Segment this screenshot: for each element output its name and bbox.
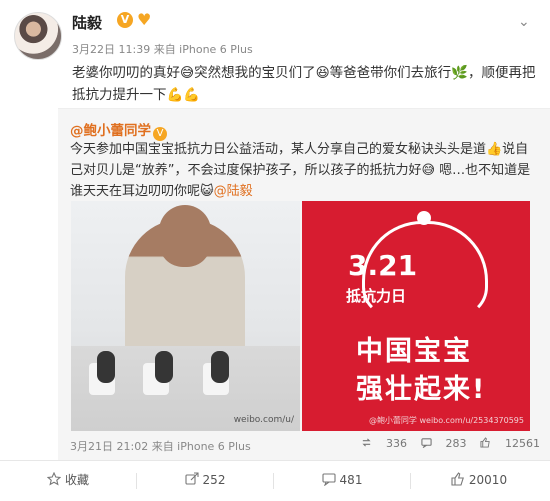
- mention-link[interactable]: @陆毅: [214, 184, 253, 199]
- like-button[interactable]: 20010: [411, 461, 547, 501]
- poster-day-name: 抵抗力日: [346, 287, 407, 305]
- like-count[interactable]: 12561: [480, 437, 540, 450]
- logo-dot: [417, 211, 431, 225]
- post-header: 陆毅 V ♥ 3月22日 11:39 来自 iPhone 6 Plus ⌄: [0, 0, 550, 70]
- post-text: 老婆你叨叨的真好😅突然想我的宝贝们了😆等爸爸带你们去旅行🌿，顺便再把抵抗力提升一…: [72, 65, 536, 103]
- video-image[interactable]: weibo.com/u/: [71, 201, 300, 431]
- collect-label: 收藏: [64, 473, 89, 487]
- thumb-up-icon: [451, 472, 464, 486]
- comment-count-value: 283: [445, 437, 467, 450]
- repost-text: 今天参加中国宝宝抵抗力日公益活动，某人分享自己的爱女秘诀头头是道👍说自己对贝儿是…: [70, 139, 540, 202]
- verified-icon: V: [117, 12, 133, 28]
- action-toolbar: 收藏 252 481 20010: [0, 460, 550, 501]
- image-watermark: weibo.com/u/: [233, 415, 294, 425]
- heart-icon: ♥: [137, 10, 152, 29]
- repost-body: 今天参加中国宝宝抵抗力日公益活动，某人分享自己的爱女秘诀头头是道👍说自己对贝儿是…: [70, 142, 531, 199]
- author-name[interactable]: 陆毅: [72, 12, 102, 33]
- like-count-value: 12561: [505, 437, 540, 450]
- collect-button[interactable]: 收藏: [0, 461, 136, 501]
- seated-person: [211, 351, 229, 383]
- comment-count[interactable]: 283: [420, 437, 467, 450]
- repost-icon: [362, 438, 371, 447]
- comment-icon: [321, 473, 336, 486]
- poster-line1: 中国宝宝: [356, 336, 472, 367]
- comment-icon: [420, 438, 432, 448]
- thumb-up-icon: [480, 437, 490, 448]
- comment-label: 481: [339, 473, 363, 487]
- repost-author-name[interactable]: @鲍小蕾同学: [70, 123, 151, 139]
- author-avatar[interactable]: [14, 12, 62, 60]
- repost-stats: 336 283 12561: [351, 437, 540, 450]
- seated-person: [155, 351, 173, 383]
- repost-count[interactable]: 336: [361, 437, 407, 450]
- repost-button[interactable]: 252: [137, 461, 273, 501]
- repost-author[interactable]: @鲍小蕾同学 V: [70, 119, 167, 141]
- poster-watermark: @鲍小蕾同学 weibo.com/u/2534370595: [368, 416, 524, 425]
- like-label: 20010: [468, 473, 508, 487]
- repost-card: @鲍小蕾同学 V 今天参加中国宝宝抵抗力日公益活动，某人分享自己的爱女秘诀头头是道…: [58, 108, 550, 461]
- speaker-head: [159, 205, 211, 267]
- repost-count-value: 336: [386, 437, 407, 450]
- repost-meta: 3月21日 21:02 来自 iPhone 6 Plus: [70, 440, 251, 453]
- poster-line2: 强壮起来!: [356, 374, 487, 405]
- comment-button[interactable]: 481: [274, 461, 410, 501]
- chevron-down-icon[interactable]: ⌄: [518, 14, 530, 30]
- repost-label: 252: [202, 473, 226, 487]
- poster-image[interactable]: 3.21 抵抗力日 中国宝宝 强壮起来! @鲍小蕾同学 weibo.com/u/…: [302, 201, 530, 431]
- seated-person: [97, 351, 115, 383]
- post-meta: 3月22日 11:39 来自 iPhone 6 Plus: [72, 43, 253, 56]
- share-icon: [184, 472, 199, 485]
- star-icon: [46, 472, 61, 486]
- poster-date: 3.21: [348, 249, 418, 282]
